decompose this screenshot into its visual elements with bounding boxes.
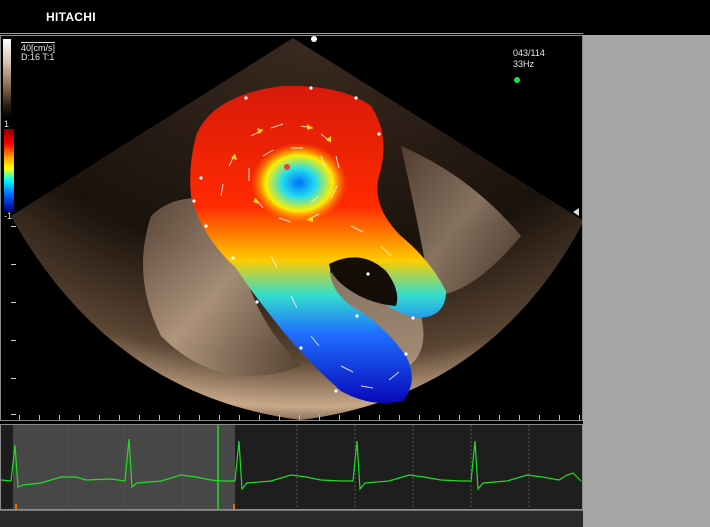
side-panel <box>583 35 710 527</box>
probe-marker-icon <box>311 36 317 42</box>
brand-logo: HITACHI <box>46 10 96 24</box>
top-rule <box>0 33 583 34</box>
grayscale-bar <box>3 39 11 117</box>
echo-viewport[interactable]: 40[cm/s] D:16 T:1 1 -1 043/114 33Hz <box>0 35 583 421</box>
live-indicator-icon <box>514 77 520 83</box>
display-params-label: D:16 T:1 <box>21 52 55 62</box>
colorbar-max-label: 1 <box>4 119 10 129</box>
ultrasound-screen: HITACHI 40[cm/s] D:16 T:1 1 -1 043/114 3… <box>0 0 710 527</box>
ecg-grid <box>66 425 530 509</box>
frame-rate: 33Hz <box>513 59 535 69</box>
lateral-ticks <box>1 412 582 420</box>
depth-ticks <box>11 226 17 416</box>
colorbar-min-label: -1 <box>4 211 13 221</box>
ecg-strip[interactable] <box>0 424 583 510</box>
ecg-bottom-bar <box>0 510 583 527</box>
ecg-waveform <box>1 438 582 491</box>
ecg-trace-svg <box>1 425 582 509</box>
vortex-center-marker <box>284 164 290 170</box>
velocity-colorbar <box>4 129 14 211</box>
focus-marker-icon[interactable] <box>573 208 579 216</box>
frame-counter: 043/114 <box>513 48 545 58</box>
echo-image <box>11 38 582 420</box>
